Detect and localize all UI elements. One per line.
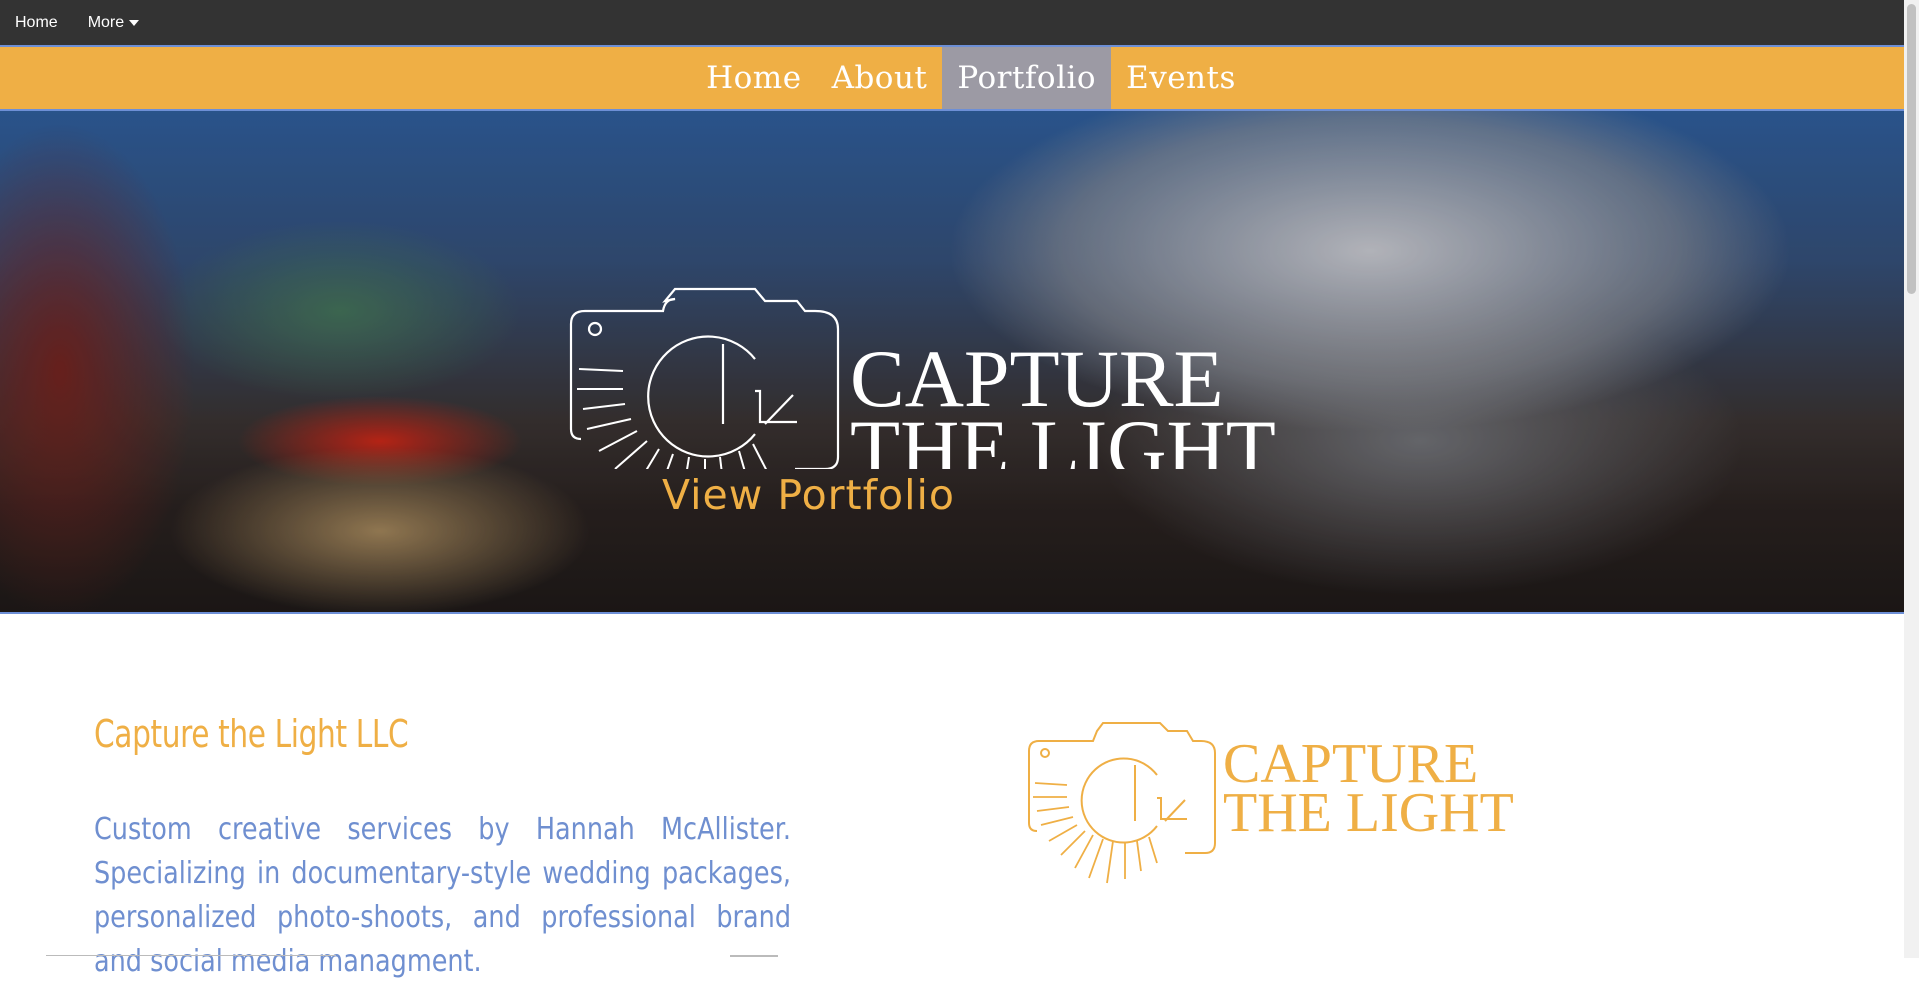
camera-logo-icon [1028,722,1216,884]
topbar-more-dropdown[interactable]: More [73,0,154,45]
main-nav: Home About Portfolio Events [0,45,1904,111]
divider [46,955,336,956]
top-bar: Home More [0,0,1904,45]
nav-portfolio[interactable]: Portfolio [942,47,1112,109]
company-title: Capture the Light LLC [94,712,409,756]
divider [730,955,778,957]
page-scrollbar[interactable] [1904,0,1919,958]
topbar-more-label: More [87,13,125,31]
scrollbar-thumb[interactable] [1907,4,1916,294]
view-portfolio-link[interactable]: View Portfolio [662,471,955,519]
camera-logo-icon [569,287,840,469]
caret-down-icon [129,19,140,26]
hero-logo-line2: THE LIGHT [850,403,1276,469]
topbar-home-link[interactable]: Home [0,0,73,45]
content-logo: CAPTURE THE LIGHT [1028,722,1514,884]
hero-logo: CAPTURE THE LIGHT [569,287,1276,469]
nav-about[interactable]: About [817,47,943,109]
hero-banner: CAPTURE THE LIGHT View Portfolio [0,111,1904,614]
nav-events[interactable]: Events [1111,47,1251,109]
content-logo-line2: THE LIGHT [1223,782,1514,844]
nav-home[interactable]: Home [691,47,816,109]
